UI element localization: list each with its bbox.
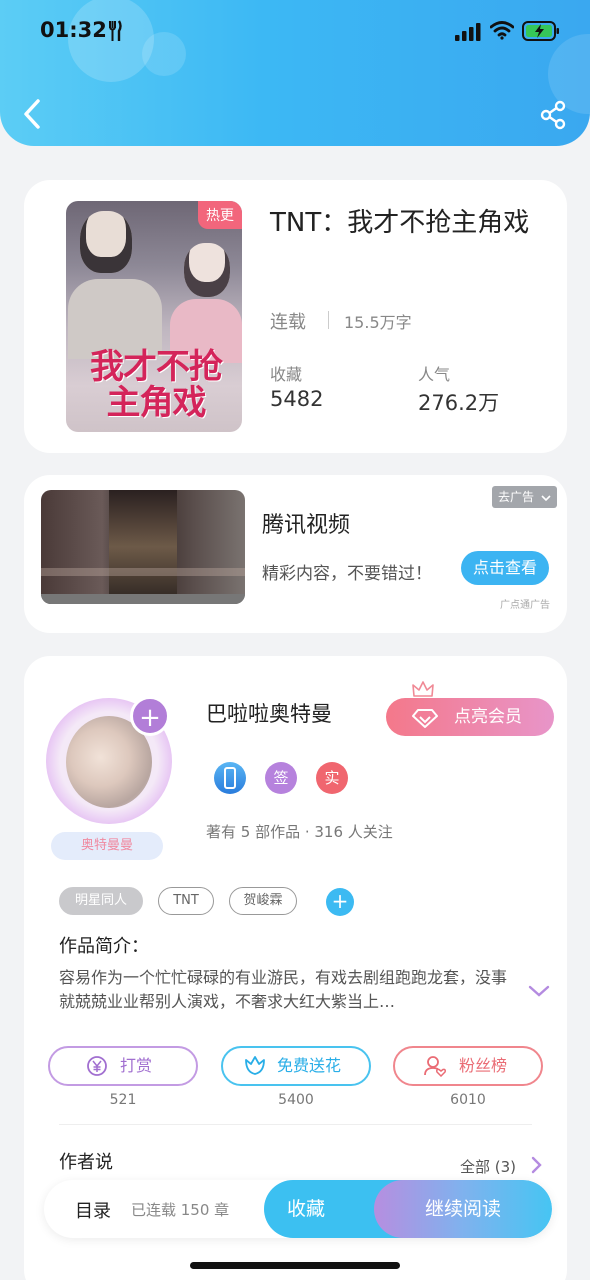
- flower-icon: [245, 1056, 265, 1075]
- continue-reading-button[interactable]: 继续阅读: [374, 1180, 552, 1238]
- follow-plus-button[interactable]: +: [130, 696, 170, 736]
- reward-label: 打赏: [120, 1056, 153, 1075]
- chevron-right-icon[interactable]: [531, 1156, 543, 1174]
- add-tag-button[interactable]: +: [326, 888, 354, 916]
- ad-image-panel: [109, 490, 177, 604]
- back-icon[interactable]: [18, 96, 48, 132]
- favorites-label: 收藏: [270, 365, 303, 384]
- signed-badge[interactable]: 签: [265, 762, 297, 794]
- reward-count: 521: [109, 1092, 137, 1108]
- tag-chip[interactable]: TNT: [158, 887, 214, 915]
- author-meta: 著有 5 部作品 · 316 人关注: [206, 823, 393, 841]
- send-flower-button[interactable]: 免费送花: [221, 1046, 371, 1086]
- send-flower-label: 免费送花: [277, 1056, 342, 1075]
- fan-ranking-label: 粉丝榜: [459, 1056, 508, 1075]
- crown-icon: [412, 681, 434, 697]
- fan-ranking-button[interactable]: 粉丝榜: [393, 1046, 543, 1086]
- yen-coin-icon: [87, 1056, 107, 1076]
- book-title: TNT：我才不抢主角戏: [270, 208, 530, 238]
- intro-label: 作品简介：: [59, 936, 149, 957]
- hot-badge: 热更: [198, 201, 242, 229]
- ad-source: 广点通广告: [500, 600, 550, 611]
- cover-title: 我才不抢主角戏: [90, 347, 223, 423]
- share-icon[interactable]: [538, 100, 568, 130]
- vip-button[interactable]: 点亮会员: [386, 698, 554, 736]
- fans-count: 6010: [450, 1092, 486, 1108]
- cover-face: [80, 211, 132, 273]
- home-indicator[interactable]: [190, 1262, 400, 1269]
- phone-verified-badge[interactable]: [214, 762, 246, 794]
- intro-text: 容易作为一个忙忙碌碌的有业游民，有戏去剧组跑跑龙套，没事就兢兢业业帮别人演戏，不…: [59, 968, 508, 1011]
- decor-bubble: [142, 32, 186, 76]
- ad-image[interactable]: [41, 490, 245, 604]
- view-all-link[interactable]: 全部 (3): [460, 1156, 516, 1177]
- ad-image-shadow: [41, 594, 245, 604]
- divider: [59, 1124, 532, 1125]
- book-info-card: 我才不抢主角戏 热更 TNT：我才不抢主角戏 连载 15.5万字 收藏 5482…: [24, 180, 567, 453]
- flower-count: 5400: [278, 1092, 314, 1108]
- real-name-badge[interactable]: 实: [316, 762, 348, 794]
- popularity-label: 人气: [418, 365, 451, 384]
- ad-description: 精彩内容，不要错过！: [262, 564, 432, 584]
- tag-chip[interactable]: 明星同人: [59, 887, 143, 915]
- favorites-value: 5482: [270, 387, 324, 411]
- author-says-title: 作者说: [59, 1152, 113, 1173]
- tag-chip[interactable]: 贺峻霖: [229, 887, 297, 915]
- divider: [328, 311, 329, 329]
- remove-ad-label: 去广告: [498, 490, 535, 504]
- word-count: 15.5万字: [344, 313, 412, 332]
- signal-icon: [455, 23, 481, 41]
- wifi-icon: [490, 21, 514, 40]
- popularity-value: 276.2万: [418, 391, 500, 415]
- fork-knife-icon: [109, 20, 122, 41]
- ad-image-stripe: [41, 568, 245, 576]
- book-cover[interactable]: 我才不抢主角戏 热更: [66, 201, 242, 432]
- author-name[interactable]: 巴啦啦奥特曼: [206, 698, 332, 728]
- bottom-action-bar: 目录 已连载 150 章 收藏 继续阅读: [44, 1180, 552, 1238]
- ad-view-button[interactable]: 点击查看: [461, 551, 549, 585]
- avatar-name-tag: 奥特曼曼: [51, 832, 163, 860]
- table-of-contents-button[interactable]: 目录: [75, 1197, 111, 1223]
- reward-button[interactable]: 打赏: [48, 1046, 198, 1086]
- battery-icon: [522, 21, 559, 41]
- cover-face: [184, 243, 230, 297]
- ad-title: 腾讯视频: [262, 513, 351, 538]
- diamond-icon: [412, 709, 438, 728]
- header: 01:32: [0, 0, 590, 146]
- chevron-down-icon: [541, 494, 551, 501]
- book-status: 连载: [270, 312, 306, 333]
- ad-card[interactable]: 腾讯视频 精彩内容，不要错过！ 点击查看 去广告 广点通广告: [24, 475, 567, 633]
- chapter-count: 已连载 150 章: [131, 1201, 230, 1219]
- status-time: 01:32: [40, 18, 107, 42]
- user-heart-icon: [424, 1056, 446, 1077]
- phone-icon: [224, 767, 236, 789]
- chevron-down-icon[interactable]: [528, 984, 550, 998]
- vip-label: 点亮会员: [454, 707, 522, 727]
- remove-ad-button[interactable]: 去广告: [492, 486, 557, 508]
